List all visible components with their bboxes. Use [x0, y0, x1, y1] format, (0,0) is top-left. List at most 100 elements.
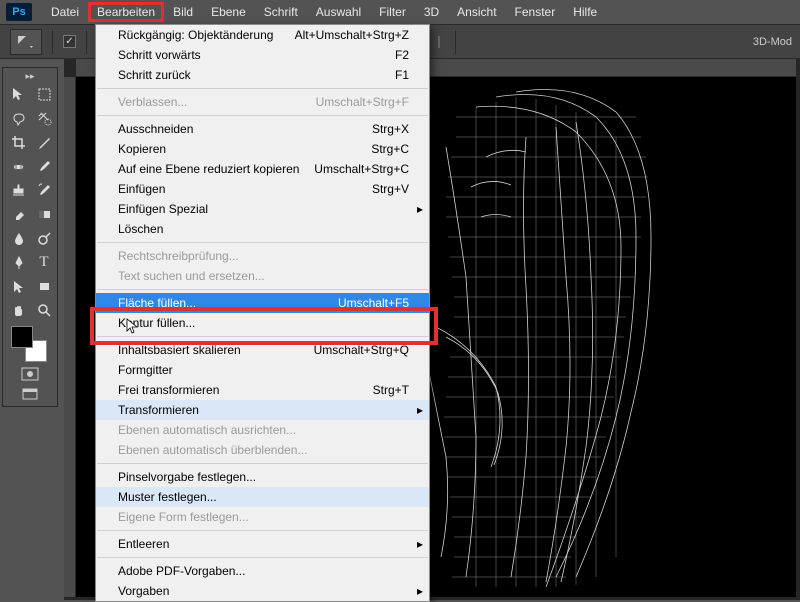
menu-item[interactable]: Adobe PDF-Vorgaben...: [96, 561, 429, 581]
quick-select-tool[interactable]: [31, 106, 57, 130]
tools-panel: ▸▸ T: [2, 67, 58, 407]
eyedropper-tool[interactable]: [31, 130, 57, 154]
menu-item-label: Pinselvorgabe festlegen...: [118, 470, 256, 484]
menu-hilfe[interactable]: Hilfe: [564, 2, 606, 22]
dodge-tool[interactable]: [31, 226, 57, 250]
menu-separator: [97, 557, 428, 558]
clone-stamp-tool[interactable]: [5, 178, 31, 202]
marquee-tool[interactable]: [31, 82, 57, 106]
menu-bar: Ps DateiBearbeitenBildEbeneSchriftAuswah…: [0, 0, 800, 24]
menu-separator: [97, 530, 428, 531]
menu-item[interactable]: KopierenStrg+C: [96, 139, 429, 159]
menu-item[interactable]: Kontur füllen...: [96, 313, 429, 333]
blur-tool[interactable]: [5, 226, 31, 250]
menu-item-label: Kopieren: [118, 142, 166, 156]
menu-item[interactable]: AusschneidenStrg+X: [96, 119, 429, 139]
healing-brush-tool[interactable]: [5, 154, 31, 178]
menu-item-label: Verblassen...: [118, 95, 187, 109]
menu-item-label: Ausschneiden: [118, 122, 193, 136]
menu-separator: [97, 88, 428, 89]
menu-item[interactable]: Schritt zurück F1: [96, 65, 429, 85]
history-brush-tool[interactable]: [31, 178, 57, 202]
menu-bild[interactable]: Bild: [164, 2, 202, 22]
menu-item: Verblassen... Umschalt+Strg+F: [96, 92, 429, 112]
menu-item-shortcut: Umschalt+Strg+C: [314, 162, 409, 176]
submenu-arrow-icon: ▸: [417, 537, 423, 551]
path-select-tool[interactable]: [5, 274, 31, 298]
menu-item-label: Schritt zurück: [118, 68, 191, 82]
menu-item: Ebenen automatisch überblenden...: [96, 440, 429, 460]
menu-item-shortcut: Umschalt+Strg+F: [316, 95, 409, 109]
menu-item[interactable]: Formgitter: [96, 360, 429, 380]
menu-item-label: Muster festlegen...: [118, 490, 217, 504]
menu-item-label: Fläche füllen...: [118, 296, 196, 310]
pen-tool[interactable]: [5, 250, 31, 274]
menu-ansicht[interactable]: Ansicht: [448, 2, 505, 22]
menu-fenster[interactable]: Fenster: [506, 2, 565, 22]
menu-item[interactable]: EinfügenStrg+V: [96, 179, 429, 199]
menu-item-label: Ebenen automatisch überblenden...: [118, 443, 307, 457]
menu-filter[interactable]: Filter: [370, 2, 415, 22]
menu-item-label: Auf eine Ebene reduziert kopieren: [118, 162, 299, 176]
menu-item-label: Entleeren: [118, 537, 169, 551]
menu-item[interactable]: Transformieren ▸: [96, 400, 429, 420]
menu-item-shortcut: F1: [395, 68, 409, 82]
menu-separator: [97, 115, 428, 116]
menu-item[interactable]: Muster festlegen...: [96, 487, 429, 507]
menu-separator: [97, 242, 428, 243]
menu-bearbeiten[interactable]: Bearbeiten: [88, 2, 164, 22]
menu-item-shortcut: Strg+V: [372, 182, 409, 196]
submenu-arrow-icon: ▸: [417, 584, 423, 598]
menu-schrift[interactable]: Schrift: [255, 2, 307, 22]
zoom-tool[interactable]: [31, 298, 57, 322]
type-tool[interactable]: T: [31, 250, 57, 274]
menu-item[interactable]: Frei transformierenStrg+T: [96, 380, 429, 400]
tool-preset-picker[interactable]: [10, 29, 42, 55]
menu-item[interactable]: Fläche füllen... Umschalt+F5: [96, 293, 429, 313]
menu-item: Ebenen automatisch ausrichten...: [96, 420, 429, 440]
menu-item[interactable]: Rückgängig: ObjektänderungAlt+Umschalt+S…: [96, 25, 429, 45]
screen-mode-toggle[interactable]: [5, 384, 55, 404]
menu-item-label: Einfügen Spezial: [118, 202, 208, 216]
lasso-tool[interactable]: [5, 106, 31, 130]
menu-item[interactable]: Vorgaben ▸: [96, 581, 429, 601]
quick-mask-toggle[interactable]: [5, 364, 55, 384]
menu-item-label: Vorgaben: [118, 584, 169, 598]
menu-item[interactable]: Pinselvorgabe festlegen...: [96, 467, 429, 487]
menu-item[interactable]: Entleeren ▸: [96, 534, 429, 554]
color-swatches[interactable]: [5, 322, 55, 364]
menu-item-label: Schritt vorwärts: [118, 48, 201, 62]
eraser-tool[interactable]: [5, 202, 31, 226]
menu-item-label: Transformieren: [118, 403, 199, 417]
menu-item[interactable]: Inhaltsbasiert skalieren Umschalt+Strg+Q: [96, 340, 429, 360]
menu-datei[interactable]: Datei: [42, 2, 88, 22]
vertical-ruler[interactable]: [64, 77, 76, 597]
auto-select-checkbox[interactable]: ✓: [63, 35, 76, 48]
crop-tool[interactable]: [5, 130, 31, 154]
gradient-tool[interactable]: [31, 202, 57, 226]
brush-tool[interactable]: [31, 154, 57, 178]
move-tool[interactable]: [5, 82, 31, 106]
foreground-color-swatch[interactable]: [11, 326, 33, 348]
menu-item-shortcut: Umschalt+Strg+Q: [314, 343, 409, 357]
menu-3d[interactable]: 3D: [415, 2, 448, 22]
menu-item-label: Inhaltsbasiert skalieren: [118, 343, 241, 357]
menu-item[interactable]: Auf eine Ebene reduziert kopieren Umschal…: [96, 159, 429, 179]
menu-item[interactable]: Schritt vorwärtsF2: [96, 45, 429, 65]
menu-item-label: Frei transformieren: [118, 383, 219, 397]
menu-item-label: Adobe PDF-Vorgaben...: [118, 564, 245, 578]
rectangle-tool[interactable]: [31, 274, 57, 298]
menu-auswahl[interactable]: Auswahl: [307, 2, 370, 22]
panel-collapse-handle[interactable]: ▸▸: [5, 70, 55, 82]
menu-item-label: Rückgängig: Objektänderung: [118, 28, 273, 42]
menu-item-label: Löschen: [118, 222, 163, 236]
menu-item[interactable]: Einfügen Spezial▸: [96, 199, 429, 219]
menu-item-shortcut: Umschalt+F5: [338, 296, 409, 310]
menu-item: Text suchen und ersetzen...: [96, 266, 429, 286]
mode-label[interactable]: 3D-Mod: [753, 36, 792, 48]
menu-item[interactable]: Löschen: [96, 219, 429, 239]
submenu-arrow-icon: ▸: [417, 403, 423, 417]
hand-tool[interactable]: [5, 298, 31, 322]
menu-item: Eigene Form festlegen...: [96, 507, 429, 527]
menu-ebene[interactable]: Ebene: [202, 2, 255, 22]
